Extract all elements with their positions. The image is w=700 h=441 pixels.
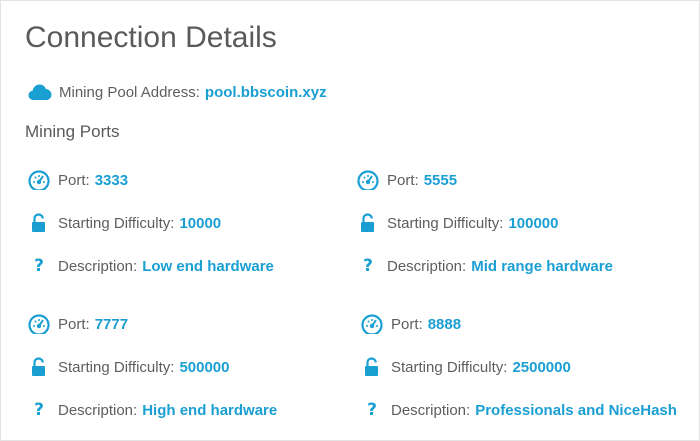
difficulty-row: Starting Difficulty: 100000 [357,212,559,234]
question-icon: ? [34,400,44,420]
pool-address-value: pool.bbscoin.xyz [204,83,327,101]
unlock-icon [361,356,383,378]
unlock-icon [357,212,379,234]
description-row: ? Description: Professionals and NiceHas… [361,399,677,421]
port-row: Port: 8888 [361,313,461,335]
pool-address-label: Mining Pool Address: [59,83,200,101]
difficulty-row: Starting Difficulty: 500000 [28,356,230,378]
mining-ports-heading: Mining Ports [25,122,120,141]
port-row: Port: 7777 [28,313,128,335]
description-label: Description: [58,401,138,419]
difficulty-value: 100000 [508,214,559,232]
speedometer-icon [361,313,383,335]
port-value: 3333 [94,171,129,189]
question-icon: ? [34,256,44,276]
description-label: Description: [58,257,138,275]
unlock-icon [28,212,50,234]
connection-details-card: Connection Details Mining Pool Address: … [0,0,700,441]
difficulty-row: Starting Difficulty: 10000 [28,212,221,234]
port-row: Port: 5555 [357,169,457,191]
description-label: Description: [391,401,471,419]
difficulty-row: Starting Difficulty: 2500000 [361,356,571,378]
question-icon: ? [363,256,373,276]
description-value: Mid range hardware [471,257,613,275]
difficulty-value: 2500000 [512,358,571,376]
description-row: ? Description: Low end hardware [28,255,274,277]
port-row: Port: 3333 [28,169,128,191]
description-value: High end hardware [142,401,278,419]
difficulty-label: Starting Difficulty: [387,214,504,232]
speedometer-icon [357,169,379,191]
port-value: 5555 [423,171,458,189]
speedometer-icon [28,169,50,191]
difficulty-label: Starting Difficulty: [391,358,508,376]
pool-address-row: Mining Pool Address: pool.bbscoin.xyz [28,81,327,103]
description-value: Low end hardware [142,257,274,275]
difficulty-value: 10000 [179,214,222,232]
difficulty-value: 500000 [179,358,230,376]
page-title: Connection Details [25,21,277,54]
difficulty-label: Starting Difficulty: [58,358,175,376]
port-label: Port: [391,315,423,333]
speedometer-icon [28,313,50,335]
unlock-icon [28,356,50,378]
port-value: 8888 [427,315,462,333]
difficulty-label: Starting Difficulty: [58,214,175,232]
port-label: Port: [387,171,419,189]
description-value: Professionals and NiceHash [475,401,677,419]
description-row: ? Description: Mid range hardware [357,255,613,277]
description-label: Description: [387,257,467,275]
port-value: 7777 [94,315,129,333]
port-label: Port: [58,171,90,189]
cloud-icon [28,83,52,101]
port-label: Port: [58,315,90,333]
question-icon: ? [367,400,377,420]
description-row: ? Description: High end hardware [28,399,277,421]
